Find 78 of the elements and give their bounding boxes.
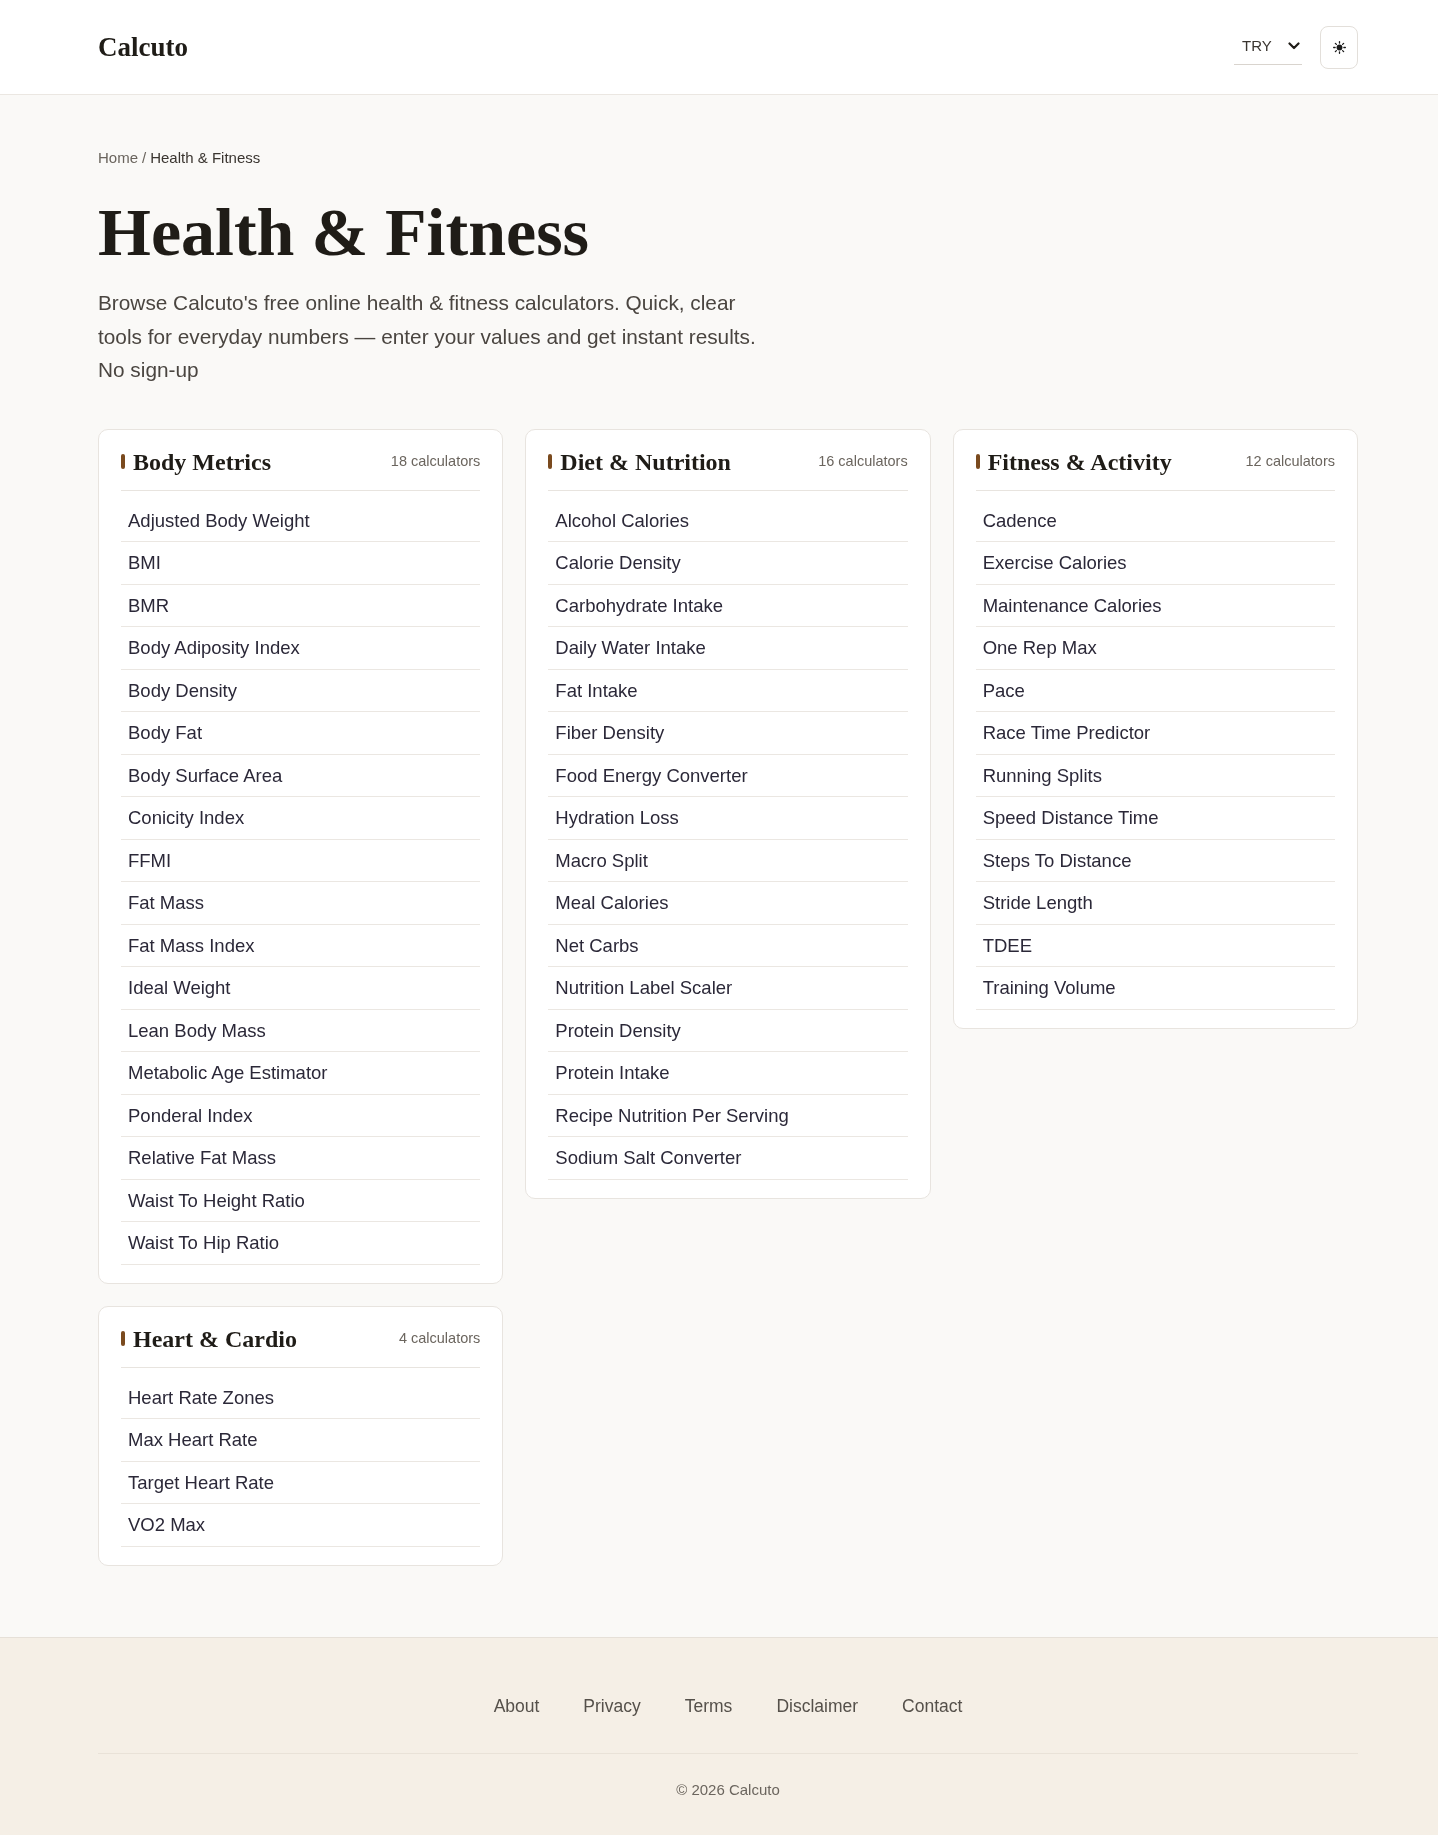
calculator-link[interactable]: BMI [121,542,481,585]
chevron-down-icon [1288,42,1300,50]
calculator-link[interactable]: Food Energy Converter [548,754,908,797]
calculator-link[interactable]: Recipe Nutrition Per Serving [548,1094,908,1137]
calculator-link[interactable]: Fat Intake [548,669,908,712]
page-description: Browse Calcuto's free online health & fitness calculators. Quick, clear tools for everyday numbers — enter your values and get instant results. No sign-up [98,290,757,383]
calculator-link[interactable]: Calorie Density [548,542,908,585]
calculator-link[interactable]: Hydration Loss [548,797,908,840]
calculator-link[interactable]: Meal Calories [548,882,908,925]
sun-icon [1332,40,1346,54]
calculator-count: 4 calculators [398,1328,481,1348]
breadcrumb-separator: / [142,148,147,168]
accent-bar-icon [548,454,553,469]
breadcrumb-link[interactable]: Home [98,147,138,169]
calculator-link[interactable]: VO2 Max [121,1504,481,1547]
category-title: Fitness & Activity [987,449,1172,474]
accent-bar-icon [975,454,980,469]
calculator-link[interactable]: One Rep Max [975,627,1335,670]
accent-bar-icon [121,454,125,469]
footer-link[interactable]: Contact [902,1692,963,1719]
calculator-link[interactable]: Ponderal Index [121,1094,481,1137]
calculator-link[interactable]: Carbohydrate Intake [548,584,908,627]
footer-link[interactable]: Terms [684,1692,733,1719]
calculator-link[interactable]: Relative Fat Mass [121,1137,481,1180]
calculator-link[interactable]: Fiber Density [548,712,908,755]
footer-link[interactable]: About [493,1692,540,1719]
page-title: Health & Fitness [98,195,591,270]
calculator-link[interactable]: Stride Length [975,882,1335,925]
calculator-link[interactable]: Fat Mass [121,882,481,925]
calculator-link[interactable]: Adjusted Body Weight [121,499,481,542]
calculator-link[interactable]: Body Adiposity Index [121,627,481,670]
footer-link[interactable]: Disclaimer [776,1692,859,1719]
calculator-link[interactable]: Cadence [975,499,1335,542]
calculator-link[interactable]: Waist To Hip Ratio [121,1222,481,1265]
accent-bar-icon [121,1331,125,1346]
calculator-count: 16 calculators [818,451,908,471]
calculator-link[interactable]: Heart Rate Zones [121,1376,481,1419]
calculator-link[interactable]: Fat Mass Index [121,924,481,967]
calculator-link[interactable]: Protein Density [548,1009,908,1052]
calculator-link[interactable]: Conicity Index [121,797,481,840]
calculator-link[interactable]: Training Volume [975,967,1335,1010]
calculator-link[interactable]: BMR [121,584,481,627]
site-logo[interactable]: Calcuto [98,26,188,68]
category-title: Diet & Nutrition [560,449,731,474]
calculator-link[interactable]: Race Time Predictor [975,712,1335,755]
footer-link[interactable]: Privacy [583,1692,641,1719]
calculator-link[interactable]: Sodium Salt Converter [548,1137,908,1180]
currency-select[interactable]: TRY [1234,28,1302,66]
calculator-link[interactable]: FFMI [121,839,481,882]
category-title: Body Metrics [133,449,271,474]
calculator-link[interactable]: Body Fat [121,712,481,755]
calculator-count: 12 calculators [1245,451,1335,471]
calculator-link[interactable]: Running Splits [975,754,1335,797]
calculator-link[interactable]: Max Heart Rate [121,1419,481,1462]
calculator-link[interactable]: Nutrition Label Scaler [548,967,908,1010]
category-title: Heart & Cardio [133,1326,297,1351]
breadcrumb-current: Health & Fitness [150,148,261,168]
calculator-link[interactable]: Steps To Distance [975,839,1335,882]
calculator-link[interactable]: Body Surface Area [121,754,481,797]
calculator-link[interactable]: Maintenance Calories [975,584,1335,627]
calculator-count: 18 calculators [390,451,481,471]
calculator-link[interactable]: Waist To Height Ratio [121,1179,481,1222]
calculator-link[interactable]: Speed Distance Time [975,797,1335,840]
calculator-link[interactable]: Macro Split [548,839,908,882]
calculator-link[interactable]: TDEE [975,924,1335,967]
calculator-link[interactable]: Protein Intake [548,1052,908,1095]
calculator-link[interactable]: Net Carbs [548,924,908,967]
calculator-link[interactable]: Lean Body Mass [121,1009,481,1052]
calculator-link[interactable]: Alcohol Calories [548,499,908,542]
calculator-link[interactable]: Metabolic Age Estimator [121,1052,481,1095]
calculator-link[interactable]: Target Heart Rate [121,1461,481,1504]
copyright-text: © 2026 Calcuto [675,1779,781,1800]
calculator-link[interactable]: Exercise Calories [975,542,1335,585]
calculator-link[interactable]: Ideal Weight [121,967,481,1010]
calculator-link[interactable]: Body Density [121,669,481,712]
calculator-link[interactable]: Daily Water Intake [548,627,908,670]
theme-toggle-button[interactable] [1320,25,1358,69]
calculator-link[interactable]: Pace [975,669,1335,712]
